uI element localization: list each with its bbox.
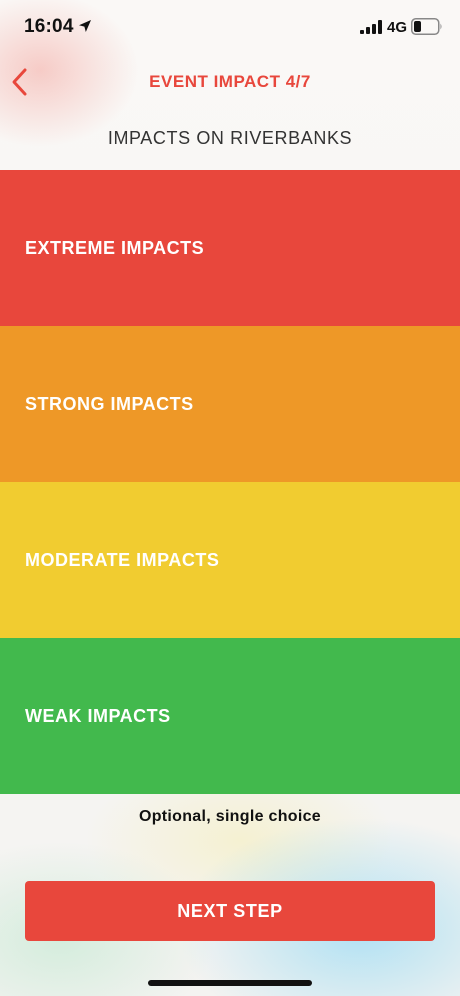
location-arrow-icon — [79, 20, 91, 32]
option-label: MODERATE IMPACTS — [25, 550, 220, 570]
signal-bars-icon — [360, 20, 382, 34]
status-bar: 16:04 4G — [0, 0, 460, 56]
network-type: 4G — [387, 19, 408, 36]
option-label: STRONG IMPACTS — [25, 394, 194, 414]
option-label: EXTREME IMPACTS — [25, 238, 205, 258]
battery-icon — [411, 18, 442, 35]
option-moderate-impacts[interactable]: MODERATE IMPACTS — [0, 482, 460, 638]
next-step-button[interactable]: NEXT STEP — [25, 881, 435, 941]
option-weak-impacts[interactable]: WEAK IMPACTS — [0, 638, 460, 794]
option-label: WEAK IMPACTS — [25, 706, 171, 726]
selection-hint: Optional, single choice — [138, 808, 322, 825]
option-strong-impacts[interactable]: STRONG IMPACTS — [0, 326, 460, 482]
status-time: 16:04 — [24, 16, 74, 37]
question-title: IMPACTS ON RIVERBANKS — [107, 128, 353, 148]
home-indicator[interactable] — [148, 980, 312, 986]
page-title: EVENT IMPACT 4/7 — [149, 72, 311, 91]
impact-options-list: EXTREME IMPACTS STRONG IMPACTS MODERATE … — [0, 170, 460, 794]
option-extreme-impacts[interactable]: EXTREME IMPACTS — [0, 170, 460, 326]
